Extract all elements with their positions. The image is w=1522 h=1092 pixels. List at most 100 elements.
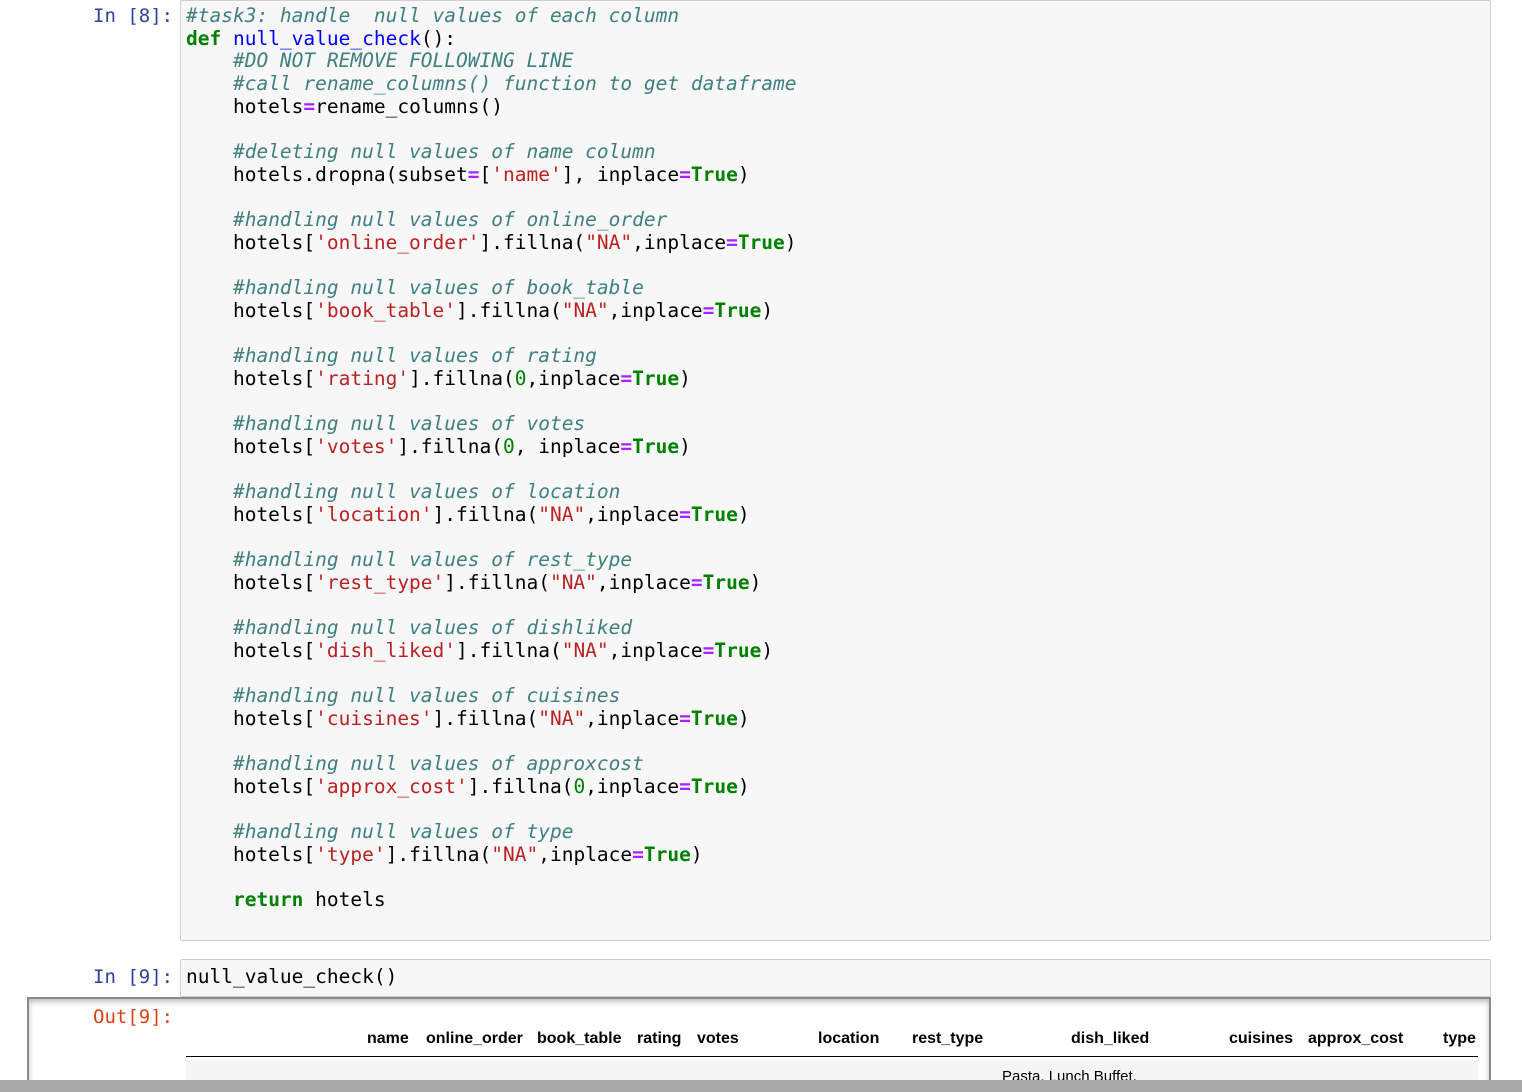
code-token: = [726, 230, 738, 254]
code-line: hotels['type'].fillna("NA",inplace=True) [186, 842, 703, 866]
code-token: ].fillna( [385, 842, 492, 866]
code-line: hotels['rating'].fillna(0,inplace=True) [186, 366, 691, 390]
code-token: = [303, 94, 316, 118]
code-token: 'rest_type' [315, 570, 445, 594]
code-token: True [690, 502, 738, 526]
code-token: ,inplace [608, 638, 703, 662]
code-token: ) [737, 502, 750, 526]
code-token: True [714, 298, 762, 322]
code-token: ].fillna( [397, 434, 503, 458]
table-header-rule [186, 1056, 1478, 1057]
code-token: ].fillna( [444, 570, 550, 594]
code-token: hotels[ [186, 638, 316, 662]
code-token: ) [737, 162, 750, 186]
code-token: True [643, 842, 691, 866]
code-line: #handling null values of type [186, 821, 573, 843]
code-token: null_value_check [232, 26, 421, 50]
code-token: ,inplace [585, 502, 680, 526]
code-line: #handling null values of dishliked [186, 617, 632, 639]
code-token: return [232, 888, 304, 912]
code-token: [ [479, 162, 492, 186]
table-header-book-table: book_table [537, 1030, 622, 1047]
code-token: 'cuisines' [315, 706, 433, 730]
code-token: "NA" [561, 298, 609, 322]
code-token: #handling null values of online_order [232, 208, 668, 232]
code-line: #call rename_columns() function to get d… [186, 73, 797, 95]
code-token: 'rating' [315, 366, 410, 390]
code-token: #handling null values of rest_type [232, 548, 633, 572]
code-token: ].fillna( [432, 706, 539, 730]
code-token: 0 [514, 366, 527, 390]
code-token: ].fillna( [456, 638, 562, 662]
code-line: #handling null values of rest_type [186, 549, 632, 571]
code-token: hotels[ [186, 570, 316, 594]
cell-8-code[interactable]: #task3: handle null values of each colum… [186, 5, 1476, 925]
code-token: ) [784, 230, 797, 254]
code-line: hotels['rest_type'].fillna("NA",inplace=… [186, 570, 762, 594]
code-line: #deleting null values of name column [186, 141, 656, 163]
code-line: hotels=rename_columns() [186, 94, 503, 118]
code-token: = [679, 162, 691, 186]
code-token: rename_columns() [315, 94, 503, 118]
code-line: hotels['dish_liked'].fillna("NA",inplace… [186, 638, 773, 662]
code-token: hotels[ [186, 230, 316, 254]
code-token: = [702, 638, 715, 662]
table-header-name: name [367, 1030, 409, 1047]
code-token: 0 [503, 434, 515, 458]
code-token: ) [679, 366, 691, 390]
code-token: ,inplace [632, 230, 727, 254]
code-line: #task3: handle null values of each colum… [186, 5, 679, 27]
code-line: hotels['book_table'].fillna("NA",inplace… [186, 298, 774, 322]
code-token: def [186, 26, 222, 50]
table-header-location: location [818, 1030, 880, 1047]
code-token: 'name' [491, 162, 562, 186]
code-token: (): [420, 26, 457, 50]
code-token: 'approx_cost' [315, 774, 468, 798]
cell-9-code[interactable]: null_value_check() [186, 966, 397, 988]
cell-9-out-prompt: Out[9]: [93, 1006, 174, 1028]
code-line: #handling null values of location [186, 481, 620, 503]
code-token: #handling null values of book_table [232, 276, 644, 300]
code-token: 0 [573, 774, 586, 798]
code-token: ) [690, 842, 703, 866]
code-token: ) [679, 434, 691, 458]
code-token: ].fillna( [456, 298, 562, 322]
code-token: True [690, 162, 738, 186]
code-token: hotels[ [186, 434, 316, 458]
code-token: 'dish_liked' [315, 638, 457, 662]
code-token: True [737, 230, 785, 254]
table-row [186, 1060, 1478, 1080]
code-line: return hotels [186, 889, 386, 911]
code-token: ) [761, 298, 774, 322]
code-token: hotels[ [186, 842, 316, 866]
code-token: 'type' [315, 842, 386, 866]
code-token: hotels[ [186, 502, 316, 526]
code-token: hotels.dropna(subset [186, 162, 468, 186]
code-line: hotels.dropna(subset=['name'], inplace=T… [186, 162, 750, 186]
code-token: = [679, 774, 691, 798]
code-token: #handling null values of rating [232, 344, 597, 368]
code-line: hotels['votes'].fillna(0, inplace=True) [186, 434, 691, 458]
code-token: ,inplace [608, 298, 703, 322]
code-token: "NA" [538, 706, 586, 730]
horizontal-scrollbar[interactable] [0, 1080, 1522, 1092]
code-token: True [690, 706, 738, 730]
code-line: #handling null values of rating [186, 345, 597, 367]
code-token: ) [749, 570, 762, 594]
code-token: hotels [303, 888, 386, 912]
table-header-dish-liked: dish_liked [1071, 1030, 1150, 1047]
code-line: #DO NOT REMOVE FOLLOWING LINE [186, 50, 573, 72]
code-token: hotels[ [186, 774, 316, 798]
code-line: #handling null values of book_table [186, 277, 644, 299]
code-token: True [714, 638, 762, 662]
code-token: #handling null values of approxcost [232, 752, 644, 776]
code-token: hotels[ [186, 366, 316, 390]
code-token: = [620, 366, 633, 390]
